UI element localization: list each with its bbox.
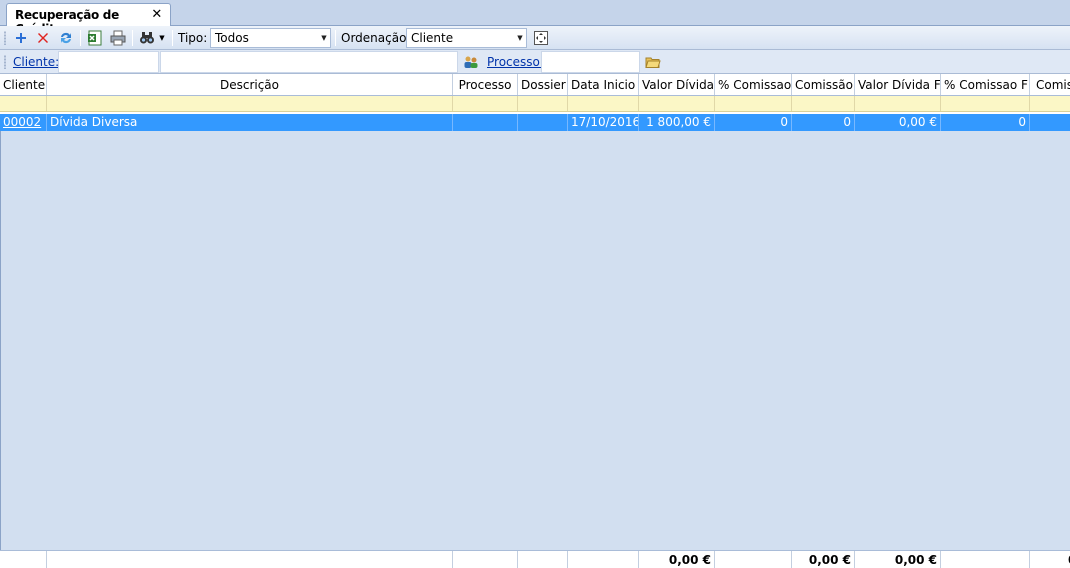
filter-cell-valor-divida-f[interactable] [855, 96, 941, 111]
column-header-dossier[interactable]: Dossier [518, 74, 568, 95]
cliente-filter-link[interactable]: Cliente: [13, 55, 59, 69]
cell-data-inicio: 17/10/2016 [568, 114, 639, 131]
filter-bar-grip[interactable] [4, 55, 6, 69]
filter-cell-data-inicio[interactable] [568, 96, 639, 111]
column-header-pct-comissao[interactable]: % Comissao [715, 74, 792, 95]
cell-cliente-link[interactable]: 00002 [0, 114, 47, 131]
cliente-code-field[interactable] [58, 51, 159, 73]
filter-cell-pct-comissao[interactable] [715, 96, 792, 111]
filter-bar: Cliente: Processo: [0, 50, 1070, 74]
tipo-select-value: Todos [215, 31, 249, 45]
column-header-descricao[interactable]: Descrição [47, 74, 453, 95]
footer-cell-pct-comissao [715, 551, 792, 568]
cell-dossier [518, 114, 568, 131]
toolbar-separator [132, 30, 133, 46]
grid-footer-totals: 0,00 € 0,00 € 0,00 € 0 [0, 550, 1070, 568]
delete-icon[interactable] [34, 29, 52, 47]
cell-descricao: Dívida Diversa [47, 114, 453, 131]
folder-icon[interactable] [644, 53, 662, 71]
column-header-comissao[interactable]: Comissão [792, 74, 855, 95]
add-icon[interactable] [12, 29, 30, 47]
filter-cell-processo[interactable] [453, 96, 518, 111]
search-dropdown-arrow-icon[interactable]: ▼ [156, 29, 168, 47]
cell-pct-comissao: 0 [715, 114, 792, 131]
chevron-down-icon[interactable]: ▼ [514, 29, 526, 47]
footer-cell-cliente [0, 551, 47, 568]
expand-icon[interactable] [532, 29, 550, 47]
filter-cell-comissao-f[interactable] [1030, 96, 1070, 111]
cell-processo [453, 114, 518, 131]
grid-left-border [0, 74, 1, 568]
cell-pct-comissao-f: 0 [941, 114, 1030, 131]
footer-cell-pct-comissao-f [941, 551, 1030, 568]
close-icon[interactable]: ✕ [151, 7, 162, 22]
footer-cell-descricao [47, 551, 453, 568]
filter-cell-pct-comissao-f[interactable] [941, 96, 1030, 111]
credits-grid: Cliente Descrição Processo Dossier Data … [0, 74, 1070, 568]
filter-cell-dossier[interactable] [518, 96, 568, 111]
ordenacao-select-value: Cliente [411, 31, 454, 45]
footer-cell-dossier [518, 551, 568, 568]
tipo-label: Tipo: [178, 31, 208, 45]
excel-export-icon[interactable] [86, 29, 104, 47]
column-header-valor-divida-f[interactable]: Valor Dívida F [855, 74, 941, 95]
toolbar-grip[interactable] [4, 31, 6, 45]
print-icon[interactable] [109, 29, 127, 47]
filter-cell-descricao[interactable] [47, 96, 453, 111]
column-header-valor-divida[interactable]: Valor Dívida [639, 74, 715, 95]
cell-valor-divida: 1 800,00 € [639, 114, 715, 131]
column-header-pct-comissao-f[interactable]: % Comissao F [941, 74, 1030, 95]
grid-filter-row [0, 96, 1070, 112]
total-comissao-f: 0 [1030, 551, 1070, 568]
table-row[interactable]: 00002 Dívida Diversa 17/10/2016 1 800,00… [0, 114, 1070, 131]
ordenacao-select[interactable]: Cliente ▼ [406, 28, 527, 48]
total-comissao: 0,00 € [792, 551, 855, 568]
cell-comissao: 0 [792, 114, 855, 131]
filter-cell-valor-divida[interactable] [639, 96, 715, 111]
processo-filter-link[interactable]: Processo: [487, 55, 544, 69]
column-header-data-inicio[interactable]: Data Inicio [568, 74, 639, 95]
cell-comissao-f [1030, 114, 1070, 131]
chevron-down-icon[interactable]: ▼ [318, 29, 330, 47]
processo-field[interactable] [541, 51, 640, 73]
cell-valor-divida-f: 0,00 € [855, 114, 941, 131]
toolbar: ▼ Tipo: Todos ▼ Ordenação: Cliente ▼ [0, 26, 1070, 50]
toolbar-separator [80, 30, 81, 46]
tab-strip: Recuperação de Créditos ✕ [0, 0, 1070, 36]
toolbar-separator [172, 30, 173, 46]
people-lookup-icon[interactable] [462, 53, 480, 71]
total-valor-divida: 0,00 € [639, 551, 715, 568]
column-header-cliente[interactable]: Cliente [0, 74, 47, 95]
filter-cell-comissao[interactable] [792, 96, 855, 111]
tipo-select[interactable]: Todos ▼ [210, 28, 331, 48]
footer-cell-data-inicio [568, 551, 639, 568]
toolbar-separator [335, 30, 336, 46]
total-valor-divida-f: 0,00 € [855, 551, 941, 568]
ordenacao-label: Ordenação: [341, 31, 411, 45]
column-header-processo[interactable]: Processo [453, 74, 518, 95]
filter-cell-cliente[interactable] [0, 96, 47, 111]
tab-recuperacao-creditos[interactable]: Recuperação de Créditos ✕ [6, 3, 171, 36]
grid-header-row: Cliente Descrição Processo Dossier Data … [0, 74, 1070, 96]
binoculars-search-icon[interactable] [138, 29, 156, 47]
column-header-comissao-f[interactable]: Comiss [1030, 74, 1070, 95]
refresh-icon[interactable] [57, 29, 75, 47]
cliente-name-field[interactable] [160, 51, 458, 73]
footer-cell-processo [453, 551, 518, 568]
